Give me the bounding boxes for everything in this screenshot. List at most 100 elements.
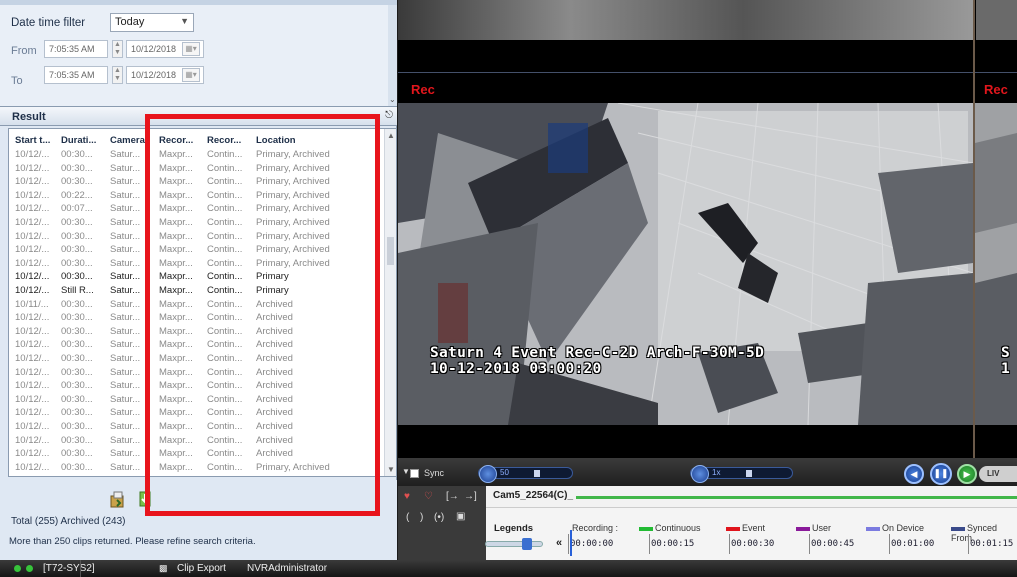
- cell-rec1: Maxpr...: [159, 339, 193, 351]
- calendar-icon[interactable]: ▦▾: [182, 42, 200, 56]
- from-time-input[interactable]: 7:05:35 AM: [44, 40, 108, 58]
- sync-checkbox[interactable]: [410, 469, 419, 478]
- cell-rec1: Maxpr...: [159, 149, 193, 160]
- cell-duration: 00:30...: [61, 217, 93, 228]
- table-row[interactable]: 10/12/...00:30...Satur...Maxpr...Contin.…: [9, 353, 381, 367]
- chevron-down-icon[interactable]: ▼: [387, 465, 395, 474]
- live-button[interactable]: LIV: [979, 466, 1017, 482]
- table-row[interactable]: 10/12/...00:30...Satur...Maxpr...Contin.…: [9, 231, 381, 245]
- date-time-filter-select[interactable]: Today ▼: [110, 13, 194, 32]
- speed-slider[interactable]: 50: [478, 465, 573, 483]
- to-time-spinner[interactable]: ▲ ▼: [112, 66, 123, 84]
- table-row[interactable]: 10/12/... 00:07... Satur... Maxpr... Contin.…: [9, 203, 381, 217]
- pause-button[interactable]: ❚❚: [930, 463, 952, 485]
- table-row[interactable]: 10/11/... 00:30... Satur... Maxpr... Contin.…: [9, 299, 381, 313]
- legend-item: User: [796, 523, 831, 533]
- control-bar: ▼ Sync 50 1x ◀ ❚❚ ▶ LIV: [398, 458, 1017, 486]
- cell-start: 10/12/...: [15, 461, 50, 473]
- table-row[interactable]: 10/12/...00:30...Satur...Maxpr...Contin.…: [9, 421, 381, 435]
- cell-duration: 00:30...: [61, 434, 93, 446]
- to-time-input[interactable]: 7:05:35 AM: [44, 66, 108, 84]
- legend-swatch: [639, 526, 653, 531]
- cell-location: Archived: [256, 353, 293, 364]
- rewind-icon[interactable]: «: [556, 537, 562, 549]
- heart-icon[interactable]: ♥: [404, 491, 410, 502]
- cell-location: Primary, Archived: [256, 217, 330, 228]
- cell-camera: Satur...: [110, 421, 141, 432]
- cell-rec1: Maxpr...: [159, 475, 202, 476]
- user-label: NVRAdministrator: [247, 563, 328, 574]
- column-header-duration[interactable]: Durati...: [61, 135, 105, 146]
- cell-location: Primary, Archived: [256, 162, 330, 174]
- chevron-up-icon[interactable]: ▲: [387, 131, 395, 140]
- export-clip-icon[interactable]: [109, 490, 125, 508]
- table-row[interactable]: 10/12/...00:30...Satur...Maxpr...Contin.…: [9, 475, 381, 476]
- table-row[interactable]: 10/12/...00:30...Satur...Maxpr...Contin.…: [9, 326, 381, 340]
- table-row[interactable]: 10/12/... Still R... Satur... Maxpr... Conti…: [9, 285, 381, 299]
- mark-in-icon[interactable]: [→: [446, 491, 459, 502]
- heart-remove-icon[interactable]: ♡: [424, 491, 433, 502]
- rate-knob-icon[interactable]: [691, 465, 709, 483]
- table-row[interactable]: 10/12/...00:30...Satur...Maxpr...Contin.…: [9, 462, 381, 476]
- from-time-spinner[interactable]: ▲ ▼: [112, 40, 123, 58]
- timeline[interactable]: ♥ ♡ [→ →] ( ) (•) ▣ Cam5_22564(C)_ Legen…: [398, 486, 1017, 560]
- cell-rec2: Contin...: [207, 217, 243, 228]
- bracket-close-icon[interactable]: ): [420, 512, 423, 523]
- table-row[interactable]: 10/12/... 00:22... Satur... Maxpr... Contin.…: [9, 190, 381, 204]
- mark-out-icon[interactable]: →]: [464, 491, 477, 502]
- speed-knob-icon[interactable]: [479, 465, 497, 483]
- grid-scrollbar[interactable]: ▲ ▼: [384, 129, 396, 476]
- table-row[interactable]: 10/12/...00:30...Satur...Maxpr...Contin.…: [9, 271, 381, 285]
- table-row[interactable]: 10/12/...00:30...Satur...Maxpr...Contin.…: [9, 394, 381, 408]
- table-row[interactable]: 10/12/...00:30...Satur...Maxpr...Contin.…: [9, 380, 381, 394]
- calendar-icon[interactable]: ▦▾: [182, 68, 200, 82]
- table-row[interactable]: 10/12/...00:30...Satur...Maxpr...Contin.…: [9, 149, 381, 163]
- cell-rec1: Maxpr...: [159, 421, 193, 432]
- column-header-recording-type[interactable]: Recor...: [207, 135, 251, 146]
- video-viewer[interactable]: Rec Rec Saturn 4 Event Rec-C-2D Arch-F-3…: [398, 0, 1017, 458]
- cell-camera: Satur...: [110, 339, 141, 351]
- table-row[interactable]: 10/12/...00:30...Satur...Maxpr...Contin.…: [9, 407, 381, 421]
- continuous-recording-bar[interactable]: [576, 496, 1017, 499]
- table-row[interactable]: 10/12/...00:30...Satur...Maxpr...Contin.…: [9, 435, 381, 449]
- table-row[interactable]: 10/12/...00:30...Satur...Maxpr...Contin.…: [9, 258, 381, 272]
- download-icon[interactable]: [137, 490, 153, 508]
- scrollbar-thumb[interactable]: [387, 237, 394, 265]
- table-row[interactable]: 10/12/...00:30...Satur...Maxpr...Contin.…: [9, 339, 381, 353]
- cell-camera: Satur...: [110, 257, 141, 269]
- table-row[interactable]: 10/12/...00:30...Satur...Maxpr...Contin.…: [9, 163, 381, 177]
- table-row[interactable]: 10/12/...00:30...Satur...Maxpr...Contin.…: [9, 448, 381, 462]
- column-header-location[interactable]: Location: [256, 135, 381, 146]
- bracket-range-icon[interactable]: (•): [434, 512, 444, 523]
- filter-scrollbar[interactable]: ⌄: [388, 5, 397, 106]
- table-row[interactable]: 10/12/...00:30...Satur...Maxpr...Contin.…: [9, 312, 381, 326]
- column-header-camera[interactable]: Camera: [110, 135, 150, 146]
- camera-snapshot-icon[interactable]: ▣: [456, 511, 465, 522]
- bracket-open-icon[interactable]: (: [406, 512, 409, 523]
- top-scrollbar[interactable]: [0, 0, 397, 5]
- cell-rec1: Maxpr...: [159, 244, 193, 256]
- cell-start: 10/12/...: [15, 353, 50, 364]
- table-row[interactable]: 10/12/...00:30...Satur...Maxpr...Contin.…: [9, 217, 381, 231]
- rate-slider[interactable]: 1x: [690, 465, 793, 483]
- chevron-down-icon[interactable]: ▼: [402, 467, 410, 476]
- clip-export-button[interactable]: Clip Export: [177, 563, 226, 574]
- cell-duration: 00:30...: [61, 380, 93, 392]
- clip-export-icon[interactable]: ▩: [159, 563, 168, 574]
- playhead[interactable]: [570, 530, 572, 556]
- result-grid[interactable]: Start t... Durati... Camera Recor... Rec…: [8, 128, 397, 477]
- zoom-slider[interactable]: [485, 538, 543, 550]
- column-header-recorder[interactable]: Recor...: [159, 135, 202, 146]
- step-back-button[interactable]: ◀: [904, 464, 924, 484]
- cell-location: Primary, Archived: [256, 149, 330, 160]
- cell-start: 10/12/...: [15, 421, 50, 432]
- pin-icon[interactable]: ⎋: [385, 110, 393, 121]
- column-header-start[interactable]: Start t...: [15, 135, 59, 146]
- table-row[interactable]: 10/12/...00:30...Satur...Maxpr...Contin.…: [9, 176, 381, 190]
- table-row[interactable]: 10/12/...00:30...Satur...Maxpr...Contin.…: [9, 244, 381, 258]
- cell-location: Primary, Archived: [256, 475, 381, 476]
- zoom-knob[interactable]: [522, 538, 532, 550]
- camera-track[interactable]: Cam5_22564(C)_: [486, 486, 1017, 508]
- step-forward-button[interactable]: ▶: [957, 464, 977, 484]
- table-row[interactable]: 10/12/...00:30...Satur...Maxpr...Contin.…: [9, 367, 381, 381]
